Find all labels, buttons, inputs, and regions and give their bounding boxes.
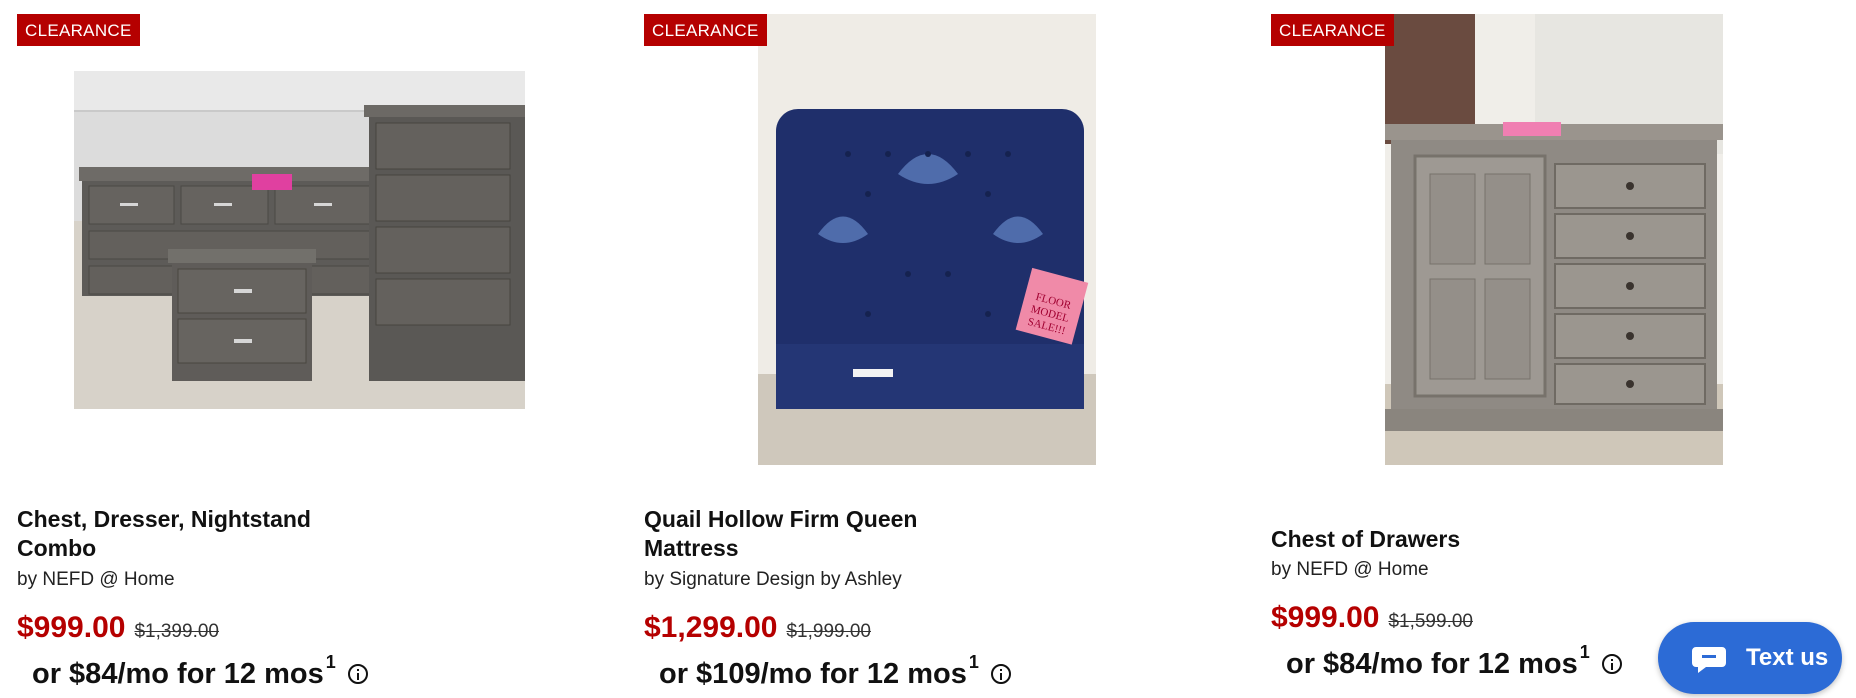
original-price: $1,599.00 xyxy=(1388,611,1473,632)
text-us-button[interactable]: Text us xyxy=(1658,622,1842,694)
info-icon[interactable] xyxy=(1601,654,1622,674)
sale-price: $1,299.00 xyxy=(644,611,778,644)
product-card[interactable]: CLEARANCE Chest of Drawers by NEFD @ Hom… xyxy=(1271,0,1856,698)
product-title[interactable]: Quail Hollow Firm Queen Mattress xyxy=(644,505,984,563)
clearance-badge: CLEARANCE xyxy=(17,14,140,46)
finance-offer: or $84/mo for 12 mos 1 xyxy=(32,652,368,691)
price-row: $999.00 $1,399.00 xyxy=(17,611,219,645)
sale-price: $999.00 xyxy=(1271,601,1380,634)
product-card[interactable]: CLEARANCE Chest, Dresser, Nightstand Com… xyxy=(17,0,617,698)
product-brand: by Signature Design by Ashley xyxy=(644,569,902,590)
price-row: $999.00 $1,599.00 xyxy=(1271,601,1473,635)
clearance-badge: CLEARANCE xyxy=(644,14,767,46)
finance-text: or $109/mo for 12 mos xyxy=(659,658,967,690)
product-brand: by NEFD @ Home xyxy=(1271,559,1429,580)
finance-footnote: 1 xyxy=(325,652,336,672)
product-card[interactable]: CLEARANCE FLOOR MODEL SALE!!! Quail Holl… xyxy=(644,0,1244,698)
finance-text: or $84/mo for 12 mos xyxy=(1286,648,1578,680)
finance-text: or $84/mo for 12 mos xyxy=(32,658,324,690)
original-price: $1,999.00 xyxy=(786,621,871,642)
finance-footnote: 1 xyxy=(1579,642,1590,662)
product-image[interactable] xyxy=(1385,14,1723,465)
product-image[interactable] xyxy=(74,71,525,409)
info-icon[interactable] xyxy=(347,664,368,684)
text-us-label: Text us xyxy=(1746,644,1829,671)
finance-offer: or $84/mo for 12 mos 1 xyxy=(1286,642,1622,681)
info-icon[interactable] xyxy=(990,664,1011,684)
chat-bubble-icon xyxy=(1692,645,1726,673)
finance-offer: or $109/mo for 12 mos 1 xyxy=(659,652,1011,691)
original-price: $1,399.00 xyxy=(134,621,219,642)
product-brand: by NEFD @ Home xyxy=(17,569,175,590)
product-title[interactable]: Chest of Drawers xyxy=(1271,525,1611,554)
sale-price: $999.00 xyxy=(17,611,126,644)
price-row: $1,299.00 $1,999.00 xyxy=(644,611,871,645)
finance-footnote: 1 xyxy=(968,652,979,672)
product-image[interactable]: FLOOR MODEL SALE!!! xyxy=(758,14,1096,465)
product-title[interactable]: Chest, Dresser, Nightstand Combo xyxy=(17,505,357,563)
clearance-badge: CLEARANCE xyxy=(1271,14,1394,46)
